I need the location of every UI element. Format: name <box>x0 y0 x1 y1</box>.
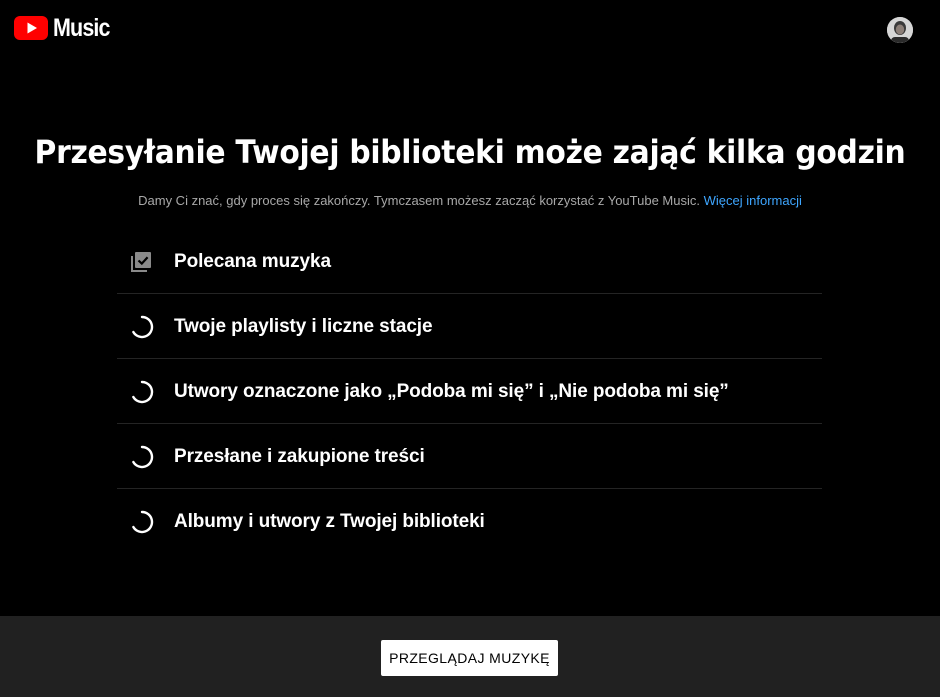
step-recommended-music: Polecana muzyka <box>117 229 822 294</box>
page-title: Przesyłanie Twojej biblioteki może zająć… <box>34 133 906 171</box>
logo-text: Music <box>53 14 110 42</box>
youtube-play-icon <box>14 16 48 40</box>
app-header: Music <box>0 0 940 64</box>
user-avatar-icon <box>887 17 913 43</box>
step-uploads-purchases: Przesłane i zakupione treści <box>117 424 822 489</box>
footer-bar: PRZEGLĄDAJ MUZYKĘ <box>0 616 940 697</box>
upload-progress-page: Music Przesyłanie Twojej biblioteki może… <box>0 0 940 697</box>
subtitle-text: Damy Ci znać, gdy proces się zakończy. T… <box>138 193 700 208</box>
page-subtitle: Damy Ci znać, gdy proces się zakończy. T… <box>0 192 940 210</box>
step-label: Polecana muzyka <box>174 251 331 272</box>
avatar[interactable] <box>887 17 913 43</box>
step-likes: Utwory oznaczone jako „Podoba mi się” i … <box>117 359 822 424</box>
youtube-music-logo[interactable]: Music <box>14 14 119 42</box>
spinner-icon <box>132 315 154 339</box>
step-albums-tracks: Albumy i utwory z Twojej biblioteki <box>117 489 822 554</box>
browse-music-button[interactable]: PRZEGLĄDAJ MUZYKĘ <box>381 640 558 676</box>
spinner-icon <box>132 380 154 404</box>
step-label: Albumy i utwory z Twojej biblioteki <box>174 511 485 532</box>
step-label: Twoje playlisty i liczne stacje <box>174 316 433 337</box>
more-info-link[interactable]: Więcej informacji <box>704 193 802 208</box>
spinner-icon <box>132 445 154 469</box>
spinner-icon <box>132 510 154 534</box>
step-label: Przesłane i zakupione treści <box>174 446 425 467</box>
library-check-icon <box>131 252 151 272</box>
step-label: Utwory oznaczone jako „Podoba mi się” i … <box>174 381 729 402</box>
step-playlists: Twoje playlisty i liczne stacje <box>117 294 822 359</box>
upload-steps-list: Polecana muzyka Twoje playlisty i liczne… <box>117 229 822 554</box>
